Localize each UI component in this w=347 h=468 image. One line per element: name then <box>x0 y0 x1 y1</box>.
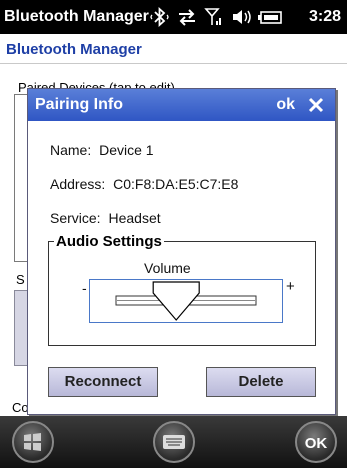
name-value: Device 1 <box>99 142 154 158</box>
delete-button[interactable]: Delete <box>206 367 316 397</box>
name-label: Name: <box>50 142 92 158</box>
dialog-titlebar: Pairing Info ok <box>28 89 335 121</box>
volume-slider[interactable] <box>89 279 283 323</box>
start-button[interactable] <box>12 421 54 463</box>
partial-label-s: S <box>16 272 25 287</box>
service-field: Service: Headset <box>50 210 161 226</box>
app-header: Bluetooth Manager <box>0 34 347 64</box>
pairing-info-dialog: Pairing Info ok Name: Device 1 Address: … <box>27 88 336 415</box>
service-label: Service: <box>50 210 101 226</box>
slider-thumb[interactable] <box>152 281 200 321</box>
reconnect-button[interactable]: Reconnect <box>48 367 158 397</box>
audio-settings-label: Audio Settings <box>54 233 164 250</box>
audio-settings-group: Audio Settings Volume - + <box>48 233 316 346</box>
keyboard-button[interactable] <box>153 421 195 463</box>
speaker-icon[interactable] <box>231 6 253 28</box>
windows-start-icon <box>24 433 41 451</box>
address-label: Address: <box>50 176 106 192</box>
ok-softkey[interactable]: OK <box>295 421 337 463</box>
dialog-ok-button[interactable]: ok <box>276 96 295 114</box>
close-icon[interactable] <box>307 94 325 116</box>
app-title: Bluetooth Manager <box>6 41 142 58</box>
ok-softkey-label-wrap: OK <box>305 435 328 452</box>
sync-arrows-icon[interactable] <box>176 6 198 28</box>
volume-label: Volume <box>144 260 191 276</box>
ok-softkey-label: OK <box>305 435 328 452</box>
signal-icon[interactable] <box>204 6 224 28</box>
dialog-title: Pairing Info <box>35 96 123 113</box>
bottom-bar: OK <box>0 416 347 468</box>
status-time[interactable]: 3:28 <box>309 8 341 26</box>
service-value: Headset <box>108 210 161 226</box>
volume-plus-label: + <box>286 278 295 295</box>
status-app-title[interactable]: Bluetooth Manager <box>4 8 152 26</box>
address-value: C0:F8:DA:E5:C7:E8 <box>113 176 239 192</box>
battery-icon[interactable] <box>258 6 284 28</box>
status-bar: Bluetooth Manager 3:28 <box>0 0 347 34</box>
volume-minus-label: - <box>82 280 87 296</box>
name-field: Name: Device 1 <box>50 142 154 158</box>
bluetooth-icon[interactable] <box>150 6 170 28</box>
address-field: Address: C0:F8:DA:E5:C7:E8 <box>50 176 238 192</box>
keyboard-icon <box>163 435 185 449</box>
